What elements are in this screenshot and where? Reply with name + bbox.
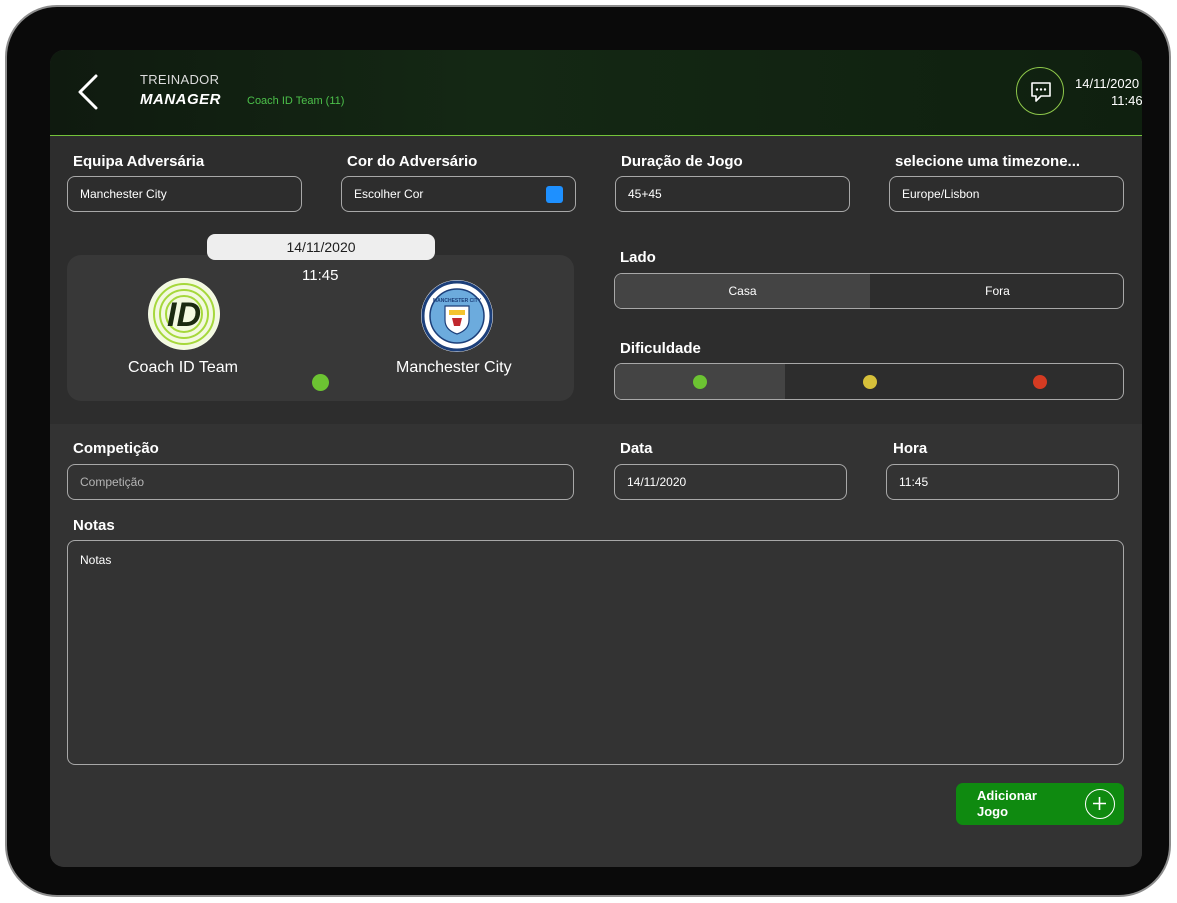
notes-label: Notas — [73, 517, 115, 534]
duration-field[interactable]: 45+45 — [615, 176, 850, 212]
tablet-frame: TREINADOR MANAGER Coach ID Team (11) 14/… — [5, 5, 1171, 897]
header-role: TREINADOR — [140, 72, 220, 87]
difficulty-segmented-control — [614, 363, 1124, 400]
opponent-label: Equipa Adversária — [73, 153, 205, 170]
plus-circle-icon — [1085, 789, 1115, 819]
match-time: 11:45 — [302, 267, 339, 284]
notes-textarea[interactable]: Notas — [67, 540, 1124, 765]
date-label: Data — [620, 440, 653, 457]
opponent-color-label: Cor do Adversário — [347, 153, 478, 170]
home-team-logo: ID — [148, 278, 220, 350]
header-date: 14/11/2020 — [1075, 76, 1140, 91]
away-logo-text: MANCHESTER CITY — [433, 298, 482, 304]
duration-label: Duração de Jogo — [621, 153, 743, 170]
home-team-name: Coach ID Team — [128, 359, 238, 376]
time-input[interactable]: 11:45 — [886, 464, 1119, 500]
difficulty-medium[interactable] — [785, 364, 955, 399]
side-option-away[interactable]: Fora — [870, 274, 1123, 308]
side-option-home[interactable]: Casa — [615, 274, 870, 308]
difficulty-easy[interactable] — [615, 364, 785, 399]
difficulty-hard-dot — [1033, 374, 1047, 389]
away-team-logo: MANCHESTER CITY — [421, 280, 493, 352]
competition-label: Competição — [73, 440, 159, 457]
timezone-select[interactable]: Europe/Lisbon — [889, 176, 1124, 212]
add-game-button[interactable]: Adicionar Jogo — [956, 783, 1124, 825]
difficulty-hard[interactable] — [955, 364, 1123, 399]
chat-button[interactable] — [1016, 67, 1064, 115]
header-team-link[interactable]: Coach ID Team (11) — [247, 95, 344, 107]
opponent-field[interactable]: Manchester City — [67, 176, 302, 212]
side-segmented-control: Casa Fora — [614, 273, 1124, 309]
match-status-dot — [312, 374, 329, 391]
opponent-color-field[interactable]: Escolher Cor — [341, 176, 576, 212]
away-team-name: Manchester City — [396, 359, 512, 376]
side-label: Lado — [620, 249, 656, 266]
back-button[interactable] — [76, 74, 100, 110]
timezone-label: selecione uma timezone... — [895, 153, 1081, 170]
difficulty-label: Dificuldade — [620, 340, 701, 357]
app-screen: TREINADOR MANAGER Coach ID Team (11) 14/… — [50, 50, 1142, 867]
header-title: MANAGER — [140, 91, 221, 108]
time-label: Hora — [893, 440, 928, 457]
opponent-color-text: Escolher Cor — [354, 187, 424, 201]
header-time: 11:46 — [1111, 93, 1142, 108]
app-header: TREINADOR MANAGER Coach ID Team (11) 14/… — [50, 50, 1142, 136]
chat-bubble-icon — [1031, 82, 1051, 102]
chevron-left-icon — [78, 74, 98, 110]
home-team-logo-graphic: ID — [149, 279, 219, 349]
add-game-label: Adicionar Jogo — [977, 788, 1037, 819]
away-team-logo-graphic: MANCHESTER CITY — [421, 280, 493, 352]
difficulty-easy-dot — [693, 374, 707, 389]
competition-input[interactable]: Competição — [67, 464, 574, 500]
difficulty-medium-dot — [863, 374, 877, 389]
home-logo-text: ID — [167, 296, 201, 334]
date-input[interactable]: 14/11/2020 — [614, 464, 847, 500]
color-swatch[interactable] — [546, 186, 563, 203]
match-date-pill: 14/11/2020 — [207, 234, 435, 260]
